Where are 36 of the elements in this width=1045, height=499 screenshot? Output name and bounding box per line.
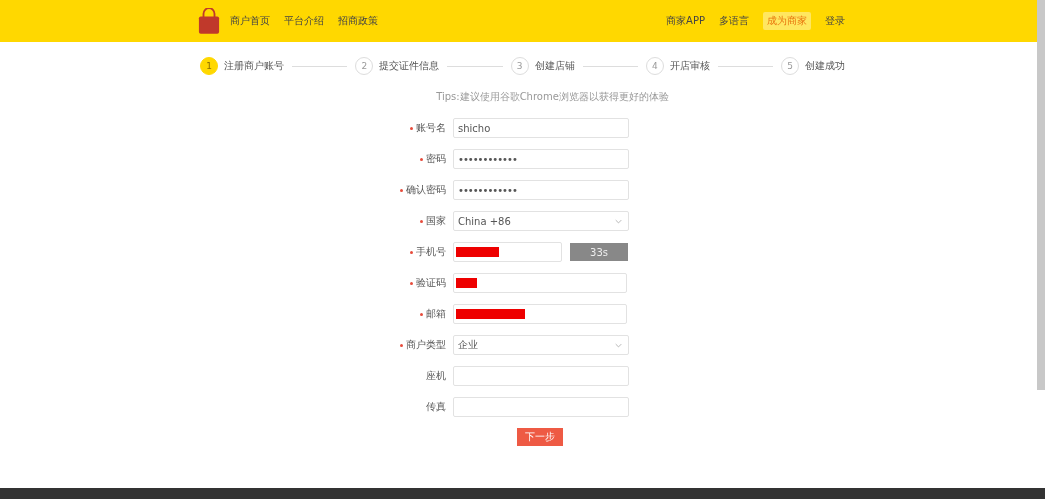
- chevron-down-icon: [615, 342, 622, 348]
- select-field[interactable]: 企业: [453, 335, 629, 355]
- field-label: 座机: [426, 369, 446, 383]
- step-number: 1: [200, 57, 218, 75]
- field-label: 手机号: [416, 245, 446, 259]
- input-field[interactable]: ••••••••••••: [453, 180, 629, 200]
- field-label: 商户类型: [406, 338, 446, 352]
- input-field[interactable]: ••••••••••••: [453, 149, 629, 169]
- field-label: 验证码: [416, 276, 446, 290]
- step-label: 注册商户账号: [224, 59, 284, 73]
- input-field[interactable]: [453, 304, 627, 324]
- input-field[interactable]: [453, 397, 629, 417]
- input-field[interactable]: [453, 366, 629, 386]
- nav-link[interactable]: 平台介绍: [284, 14, 324, 28]
- select-field[interactable]: China +86: [453, 211, 629, 231]
- nav-link[interactable]: 登录: [825, 14, 845, 28]
- nav-link[interactable]: 商家APP: [666, 14, 705, 28]
- field-label: 确认密码: [406, 183, 446, 197]
- field-label: 密码: [426, 152, 446, 166]
- nav-link[interactable]: 多语言: [719, 14, 749, 28]
- field-label: 账号名: [416, 121, 446, 135]
- step-label: 提交证件信息: [379, 59, 440, 73]
- input-field[interactable]: shicho: [453, 118, 629, 138]
- bag-logo-icon: [198, 8, 220, 34]
- field-label: 传真: [426, 400, 446, 414]
- field-label: 国家: [426, 214, 446, 228]
- step-label: 创建成功: [805, 59, 845, 73]
- input-field[interactable]: [453, 273, 627, 293]
- nav-link[interactable]: 商户首页: [230, 14, 270, 28]
- field-label: 邮箱: [426, 307, 446, 321]
- step-label: 开店审核: [669, 59, 710, 73]
- input-field[interactable]: [453, 242, 562, 262]
- chevron-down-icon: [615, 218, 622, 224]
- tips-text: Tips:建议使用谷歌Chrome浏览器以获得更好的体验: [435, 90, 670, 104]
- nav-link[interactable]: 招商政策: [338, 14, 378, 28]
- step-label: 创建店铺: [534, 59, 575, 73]
